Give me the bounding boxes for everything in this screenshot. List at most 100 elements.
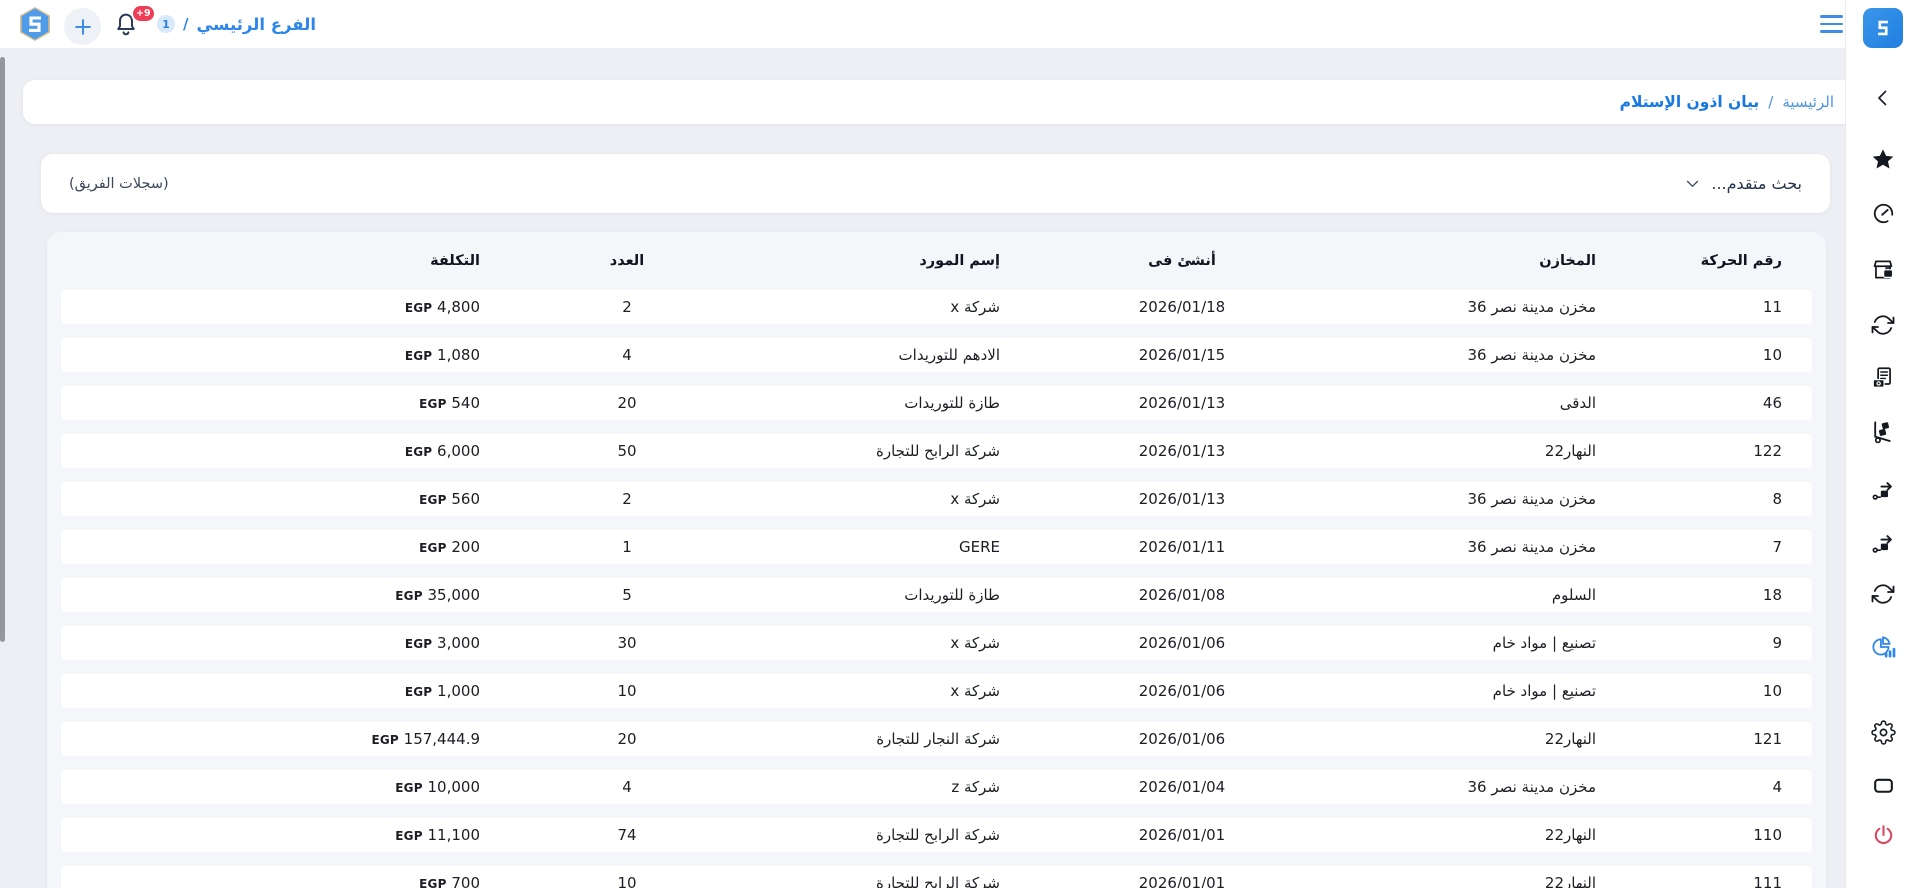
cell-created-at: 2026/01/15 [1052, 338, 1352, 372]
cell-supplier: شركة x [762, 674, 1052, 708]
app-logo[interactable] [16, 5, 54, 43]
settings-gear-icon [1871, 720, 1896, 745]
cell-supplier: شركة الرابح للتجارة [762, 434, 1052, 468]
cost-amount: 560 [447, 490, 480, 508]
sidebar-item-receiving[interactable] [1863, 412, 1903, 452]
handtruck-icon [1870, 419, 1896, 445]
currency-label: EGP [419, 493, 446, 507]
col-header-created-at: أنشئ فى [1052, 246, 1352, 276]
cell-cost: EGP 1,080 [61, 338, 522, 372]
notifications-button[interactable]: +9 [111, 9, 145, 43]
sidebar-logout-button[interactable] [1863, 815, 1903, 855]
collapse-chevron-icon [1871, 86, 1895, 110]
chevron-down-icon [1684, 175, 1701, 192]
cell-movement-id: 111 [1642, 866, 1812, 888]
power-icon [1871, 823, 1896, 848]
cell-created-at: 2026/01/04 [1052, 770, 1352, 804]
cell-created-at: 2026/01/11 [1052, 530, 1352, 564]
cell-quantity: 30 [522, 626, 762, 660]
currency-label: EGP [419, 397, 446, 411]
cost-amount: 1,000 [432, 682, 480, 700]
vertical-scrollbar[interactable] [0, 57, 5, 642]
cell-warehouse: مخزن مدينة نصر 36 [1352, 290, 1642, 324]
table-row[interactable]: 111النهار222026/01/01شركة الرابح للتجارة… [61, 866, 1812, 888]
menu-toggle-button[interactable] [1820, 15, 1843, 33]
breadcrumb-home-link[interactable]: الرئيسية [1782, 93, 1834, 111]
cell-quantity: 4 [522, 770, 762, 804]
cell-quantity: 10 [522, 674, 762, 708]
cell-supplier: شركة النجار للتجارة [762, 722, 1052, 756]
table-row[interactable]: 46الدقى2026/01/13طازة للتوريدات20EGP 540 [61, 386, 1812, 420]
window-icon [1871, 773, 1896, 798]
currency-label: EGP [371, 733, 398, 747]
sidebar-item-invoices[interactable] [1863, 358, 1903, 398]
sidebar-item-transfer-in[interactable] [1863, 523, 1903, 563]
cell-created-at: 2026/01/13 [1052, 386, 1352, 420]
cell-warehouse: النهار22 [1352, 434, 1642, 468]
sidebar-item-window[interactable] [1863, 765, 1903, 805]
cell-quantity: 74 [522, 818, 762, 852]
table-row[interactable]: 18السلوم2026/01/08طازة للتوريدات5EGP 35,… [61, 578, 1812, 612]
table-row[interactable]: 110النهار222026/01/01شركة الرابح للتجارة… [61, 818, 1812, 852]
breadcrumb-separator: / [1768, 93, 1773, 111]
cell-created-at: 2026/01/06 [1052, 722, 1352, 756]
cell-quantity: 20 [522, 386, 762, 420]
cell-supplier: GERE [762, 530, 1052, 564]
sidebar-item-dashboard[interactable] [1863, 193, 1903, 233]
table-row[interactable]: 9تصنيع | مواد خام2026/01/06شركة x30EGP 3… [61, 626, 1812, 660]
table-header-row: رقم الحركة المخازن أنشئ فى إسم المورد ال… [61, 246, 1812, 276]
plus-icon [72, 16, 94, 38]
cell-supplier: شركة x [762, 626, 1052, 660]
branch-separator: / [183, 15, 188, 33]
cost-amount: 200 [447, 538, 480, 556]
sidebar-item-settings[interactable] [1863, 712, 1903, 752]
cell-cost: EGP 1,000 [61, 674, 522, 708]
currency-label: EGP [405, 445, 432, 459]
table-row[interactable]: 11مخزن مدينة نصر 362026/01/18شركة x2EGP … [61, 290, 1812, 324]
advanced-search-panel[interactable]: بحث متقدم... (سجلات الفريق) [41, 154, 1830, 213]
sidebar-item-favorites[interactable] [1863, 140, 1903, 180]
table-row[interactable]: 10مخزن مدينة نصر 362026/01/15الادهم للتو… [61, 338, 1812, 372]
invoice-cash-icon [1870, 365, 1896, 391]
add-button[interactable] [64, 8, 101, 45]
currency-label: EGP [395, 589, 422, 603]
pos-store-icon [1870, 257, 1896, 283]
table-row[interactable]: 122النهار222026/01/13شركة الرابح للتجارة… [61, 434, 1812, 468]
table-row[interactable]: 7مخزن مدينة نصر 362026/01/11GERE1EGP 200 [61, 530, 1812, 564]
cell-created-at: 2026/01/01 [1052, 818, 1352, 852]
sidebar-app-logo[interactable] [1863, 8, 1903, 48]
cell-warehouse: مخزن مدينة نصر 36 [1352, 482, 1642, 516]
reports-pie-chart-icon [1870, 635, 1897, 660]
cell-movement-id: 8 [1642, 482, 1812, 516]
cell-quantity: 2 [522, 482, 762, 516]
cell-movement-id: 110 [1642, 818, 1812, 852]
dashboard-gauge-icon [1871, 201, 1896, 226]
cell-quantity: 5 [522, 578, 762, 612]
sidebar-item-reports-active[interactable] [1863, 627, 1903, 667]
notification-count-badge: +9 [131, 4, 156, 23]
table-row[interactable]: 10تصنيع | مواد خام2026/01/06شركة x10EGP … [61, 674, 1812, 708]
sidebar-collapse-button[interactable] [1863, 78, 1903, 118]
sidebar-item-pos[interactable] [1863, 250, 1903, 290]
currency-label: EGP [419, 877, 446, 888]
advanced-search-toggle[interactable]: بحث متقدم... [1684, 174, 1802, 193]
table-row[interactable]: 121النهار222026/01/06شركة النجار للتجارة… [61, 722, 1812, 756]
cell-movement-id: 10 [1642, 338, 1812, 372]
col-header-warehouse: المخازن [1352, 246, 1642, 276]
cell-cost: EGP 4,800 [61, 290, 522, 324]
currency-label: EGP [395, 781, 422, 795]
cell-created-at: 2026/01/18 [1052, 290, 1352, 324]
sidebar-item-sync[interactable] [1863, 305, 1903, 345]
cost-amount: 157,444.9 [399, 730, 480, 748]
col-header-supplier: إسم المورد [762, 246, 1052, 276]
cell-cost: EGP 700 [61, 866, 522, 888]
sidebar-item-sync-2[interactable] [1863, 574, 1903, 614]
table-row[interactable]: 8مخزن مدينة نصر 362026/01/13شركة x2EGP 5… [61, 482, 1812, 516]
branch-selector[interactable]: الفرع الرئيسي / 1 [157, 0, 316, 48]
cell-movement-id: 18 [1642, 578, 1812, 612]
table-row[interactable]: 4مخزن مدينة نصر 362026/01/04شركة z4EGP 1… [61, 770, 1812, 804]
sidebar-item-transfer-out[interactable] [1863, 470, 1903, 510]
cell-supplier: شركة x [762, 290, 1052, 324]
advanced-search-label: بحث متقدم... [1711, 174, 1802, 193]
currency-label: EGP [405, 637, 432, 651]
